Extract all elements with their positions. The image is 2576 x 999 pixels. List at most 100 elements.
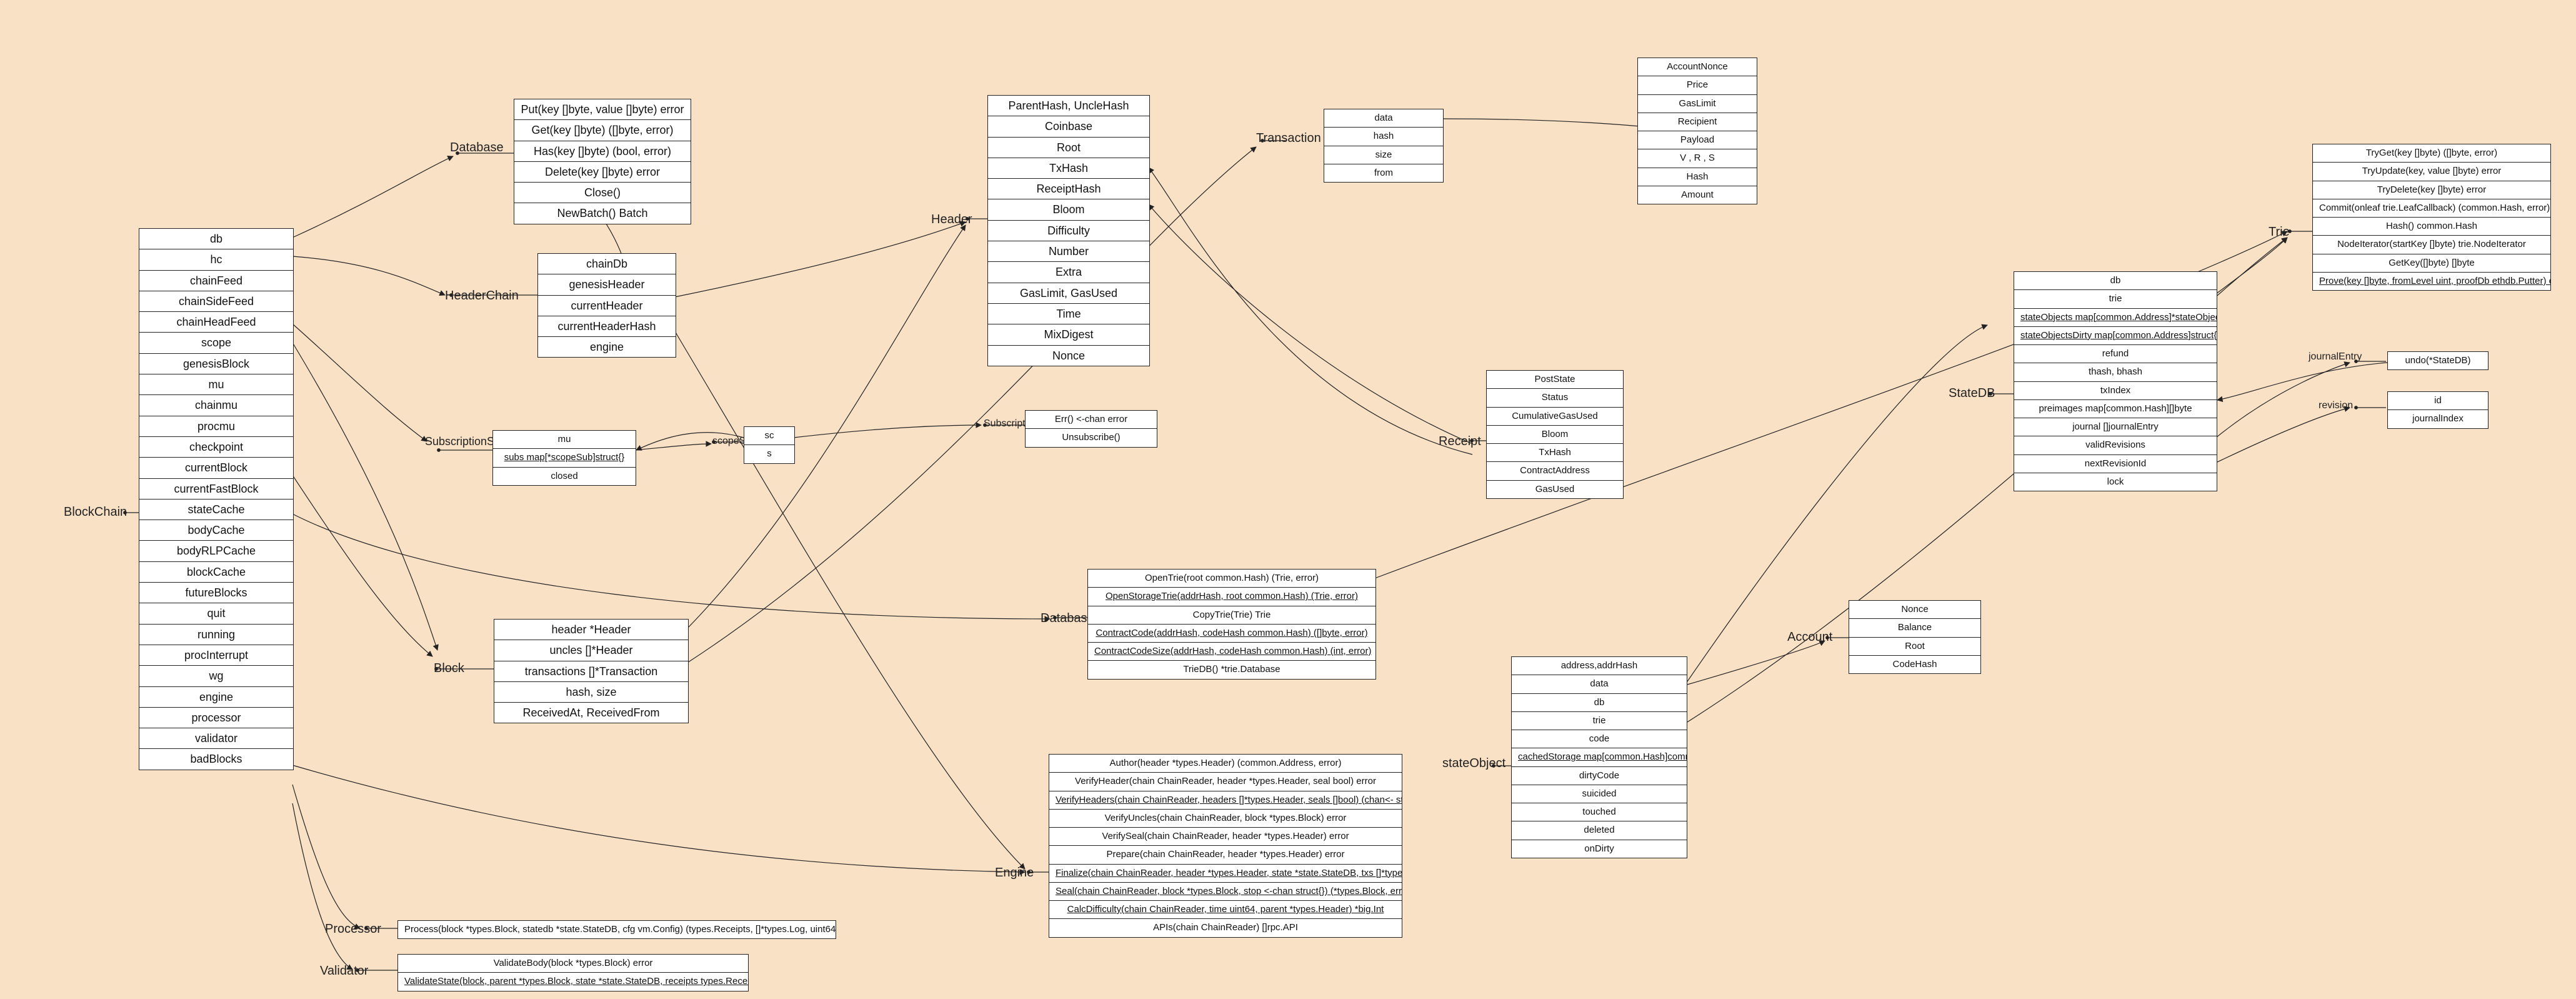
processor-method: Process(block *types.Block, statedb *sta…	[398, 921, 836, 938]
label-database-ethdb: Database	[450, 141, 494, 155]
db2-method: OpenStorageTrie(addrHash, root common.Ha…	[1088, 588, 1375, 606]
blockchain-field: bodyRLPCache	[139, 541, 293, 561]
account-field: Nonce	[1849, 601, 1980, 619]
trie-method: GetKey([]byte) []byte	[2313, 254, 2550, 273]
account-field: CodeHash	[1849, 656, 1980, 673]
scopesub-field: s	[744, 445, 794, 463]
engine-method: Prepare(chain ChainReader, header *types…	[1049, 846, 1402, 864]
receipt-field: CumulativeGasUsed	[1487, 408, 1623, 426]
blockchain-field: stateCache	[139, 500, 293, 520]
txdata-field: GasLimit	[1638, 95, 1757, 113]
box-headerchain: chainDb genesisHeader currentHeader curr…	[537, 253, 676, 358]
headerchain-field: currentHeader	[538, 296, 676, 316]
engine-method: APIs(chain ChainReader) []rpc.API	[1049, 919, 1402, 936]
statedb-field: nextRevisionId	[2014, 455, 2217, 473]
label-account: Account	[1787, 630, 1832, 645]
box-blockchain: db hc chainFeed chainSideFeed chainHeadF…	[139, 228, 294, 770]
box-statedb: db trie stateObjects map[common.Address]…	[2014, 271, 2217, 491]
blockchain-field: db	[139, 229, 293, 249]
header-field: Extra	[988, 262, 1149, 283]
transaction-field: from	[1324, 164, 1443, 182]
box-validator: ValidateBody(block *types.Block) error V…	[397, 954, 749, 991]
txdata-field: Price	[1638, 76, 1757, 94]
blockchain-field: chainHeadFeed	[139, 312, 293, 333]
box-subscription: Err() <-chan error Unsubscribe()	[1025, 410, 1157, 448]
subscope-field: mu	[493, 431, 636, 449]
receipt-field: TxHash	[1487, 444, 1623, 462]
engine-method: VerifyUncles(chain ChainReader, block *t…	[1049, 810, 1402, 828]
txdata-field: AccountNonce	[1638, 58, 1757, 76]
receipt-field: Bloom	[1487, 426, 1623, 444]
transaction-field: hash	[1324, 128, 1443, 146]
txdata-field: Amount	[1638, 186, 1757, 204]
blockchain-field: quit	[139, 603, 293, 624]
engine-method: Seal(chain ChainReader, block *types.Blo…	[1049, 883, 1402, 901]
engine-method: VerifySeal(chain ChainReader, header *ty…	[1049, 828, 1402, 846]
trie-method: Commit(onleaf trie.LeafCallback) (common…	[2313, 199, 2550, 218]
engine-method: CalcDifficulty(chain ChainReader, time u…	[1049, 901, 1402, 919]
header-field: Bloom	[988, 199, 1149, 220]
db2-method: TrieDB() *trie.Database	[1088, 661, 1375, 678]
receipt-field: Status	[1487, 389, 1623, 407]
trie-method: TryGet(key []byte) ([]byte, error)	[2313, 144, 2550, 163]
blockchain-field: procInterrupt	[139, 645, 293, 666]
label-header: Header	[931, 213, 972, 227]
label-processor: Processor	[325, 922, 381, 936]
database-method: Put(key []byte, value []byte) error	[514, 99, 691, 120]
statedb-field: db	[2014, 272, 2217, 290]
label-validator: Validator	[320, 964, 368, 978]
stateobject-field: data	[1512, 675, 1687, 693]
blockchain-field: scope	[139, 333, 293, 353]
label-database-state: Database	[1041, 611, 1094, 626]
label-receipt: Receipt	[1439, 434, 1481, 449]
blockchain-field: genesisBlock	[139, 354, 293, 374]
stateobject-field: suicided	[1512, 785, 1687, 803]
header-field: TxHash	[988, 158, 1149, 179]
box-scopesub: sc s	[744, 426, 795, 464]
blockchain-field: hc	[139, 249, 293, 270]
label-trie: Trie	[2269, 225, 2290, 239]
label-block: Block	[434, 661, 464, 676]
block-field: transactions []*Transaction	[494, 661, 688, 682]
statedb-field: txIndex	[2014, 382, 2217, 400]
database-method: Get(key []byte) ([]byte, error)	[514, 120, 691, 141]
revision-field: journalIndex	[2388, 410, 2488, 428]
header-field: Coinbase	[988, 116, 1149, 137]
subscription-method: Err() <-chan error	[1026, 411, 1157, 429]
headerchain-field: genesisHeader	[538, 274, 676, 295]
receipt-field: ContractAddress	[1487, 462, 1623, 480]
account-field: Balance	[1849, 619, 1980, 637]
blockchain-field: wg	[139, 666, 293, 686]
box-block: header *Header uncles []*Header transact…	[494, 619, 689, 723]
header-field: MixDigest	[988, 324, 1149, 345]
trie-method: NodeIterator(startKey []byte) trie.NodeI…	[2313, 236, 2550, 254]
label-journalentry: journalEntry	[2309, 351, 2365, 363]
stateobject-field: deleted	[1512, 821, 1687, 840]
engine-method: Finalize(chain ChainReader, header *type…	[1049, 865, 1402, 883]
box-database-ethdb: Put(key []byte, value []byte) error Get(…	[514, 99, 691, 224]
txdata-field: V , R , S	[1638, 149, 1757, 168]
label-subscriptionscope: SubscriptionScope	[425, 435, 500, 448]
box-txdata: AccountNonce Price GasLimit Recipient Pa…	[1637, 58, 1757, 204]
subscription-method: Unsubscribe()	[1026, 429, 1157, 446]
validator-method: ValidateBody(block *types.Block) error	[398, 955, 748, 973]
blockchain-field: chainmu	[139, 395, 293, 416]
subscope-field: closed	[493, 468, 636, 485]
trie-method: Prove(key []byte, fromLevel uint, proofD…	[2313, 273, 2550, 290]
statedb-field: stateObjects map[common.Address]*stateOb…	[2014, 309, 2217, 327]
engine-method: VerifyHeaders(chain ChainReader, headers…	[1049, 791, 1402, 810]
subscope-field: subs map[*scopeSub]struct{}	[493, 449, 636, 467]
block-field: uncles []*Header	[494, 640, 688, 661]
box-account: Nonce Balance Root CodeHash	[1849, 600, 1981, 674]
validator-method: ValidateState(block, parent *types.Block…	[398, 973, 748, 990]
database-method: Close()	[514, 183, 691, 203]
blockchain-field: engine	[139, 687, 293, 708]
blockchain-field: mu	[139, 374, 293, 395]
database-method: NewBatch() Batch	[514, 203, 691, 223]
stateobject-field: cachedStorage map[common.Hash]common.Has…	[1512, 748, 1687, 766]
header-field: Time	[988, 304, 1149, 324]
blockchain-field: procmu	[139, 416, 293, 437]
headerchain-field: engine	[538, 337, 676, 357]
header-field: Root	[988, 138, 1149, 158]
trie-method: TryDelete(key []byte) error	[2313, 181, 2550, 199]
